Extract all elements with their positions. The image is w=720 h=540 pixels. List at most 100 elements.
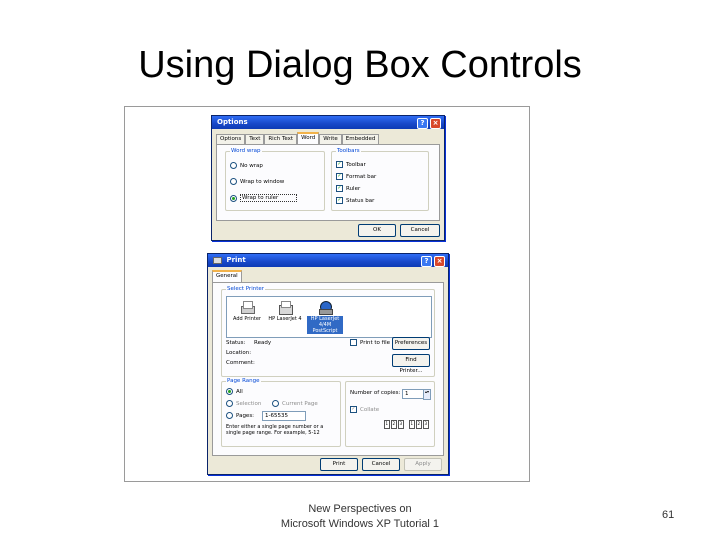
page-number: 61 bbox=[662, 509, 675, 521]
tab-options[interactable]: Options bbox=[216, 134, 246, 144]
page-range-help: Enter either a single page number or a s… bbox=[226, 424, 324, 436]
radio-current-page[interactable]: Current Page bbox=[272, 400, 318, 407]
footer-line-1: New Perspectives on bbox=[308, 503, 412, 515]
collate-checkbox[interactable]: ✓ Collate bbox=[350, 406, 379, 413]
radio-icon bbox=[230, 162, 237, 169]
options-tab-panel: Word wrap No wrap Wrap to window Wrap to… bbox=[216, 144, 440, 221]
radio-label: Pages: bbox=[236, 412, 255, 419]
radio-wrap-to-window[interactable]: Wrap to window bbox=[230, 178, 284, 185]
status-value: Ready bbox=[254, 340, 272, 346]
toolbars-group: Toolbars ✓ Toolbar ✓ Format bar ✓ Ruler … bbox=[331, 148, 429, 211]
radio-wrap-to-ruler[interactable]: Wrap to ruler bbox=[230, 194, 298, 202]
radio-label: All bbox=[236, 388, 243, 395]
radio-all[interactable]: All bbox=[226, 388, 243, 395]
print-button[interactable]: Print bbox=[320, 458, 358, 471]
radio-label: Wrap to window bbox=[240, 178, 285, 185]
radio-icon bbox=[272, 400, 279, 407]
printer-name: Add Printer bbox=[233, 316, 261, 322]
printer-add[interactable]: Add Printer bbox=[229, 300, 265, 322]
radio-label: Current Page bbox=[282, 400, 318, 407]
print-tabs: General bbox=[212, 270, 242, 282]
printer-name: HP LaserJet 4/4M PostScript bbox=[307, 316, 343, 334]
screenshot-frame: Options ? × Options Text Rich Text Word … bbox=[124, 106, 530, 482]
tab-general[interactable]: General bbox=[212, 270, 242, 282]
cancel-button[interactable]: Cancel bbox=[400, 224, 440, 237]
radio-label: No wrap bbox=[240, 162, 263, 169]
spinner-icon[interactable]: ▴▾ bbox=[423, 389, 431, 400]
close-button[interactable]: × bbox=[434, 256, 445, 267]
close-button[interactable]: × bbox=[430, 118, 441, 129]
printer-device-icon bbox=[277, 300, 293, 315]
copies-group: Number of copies: 1 ▴▾ ✓ Collate 123 123 bbox=[345, 381, 435, 447]
radio-label: Wrap to ruler bbox=[240, 194, 298, 202]
checkbox-checked-icon: ✓ bbox=[350, 406, 357, 413]
print-cancel-button[interactable]: Cancel bbox=[362, 458, 400, 471]
print-to-file-checkbox[interactable]: Print to file bbox=[350, 339, 390, 346]
network-printer-icon bbox=[317, 300, 333, 315]
radio-icon bbox=[230, 178, 237, 185]
ok-button[interactable]: OK bbox=[358, 224, 396, 237]
radio-no-wrap[interactable]: No wrap bbox=[230, 162, 263, 169]
collate-pages-icon: 123 123 bbox=[384, 420, 429, 429]
word-wrap-label: Word wrap bbox=[230, 148, 262, 155]
print-tab-panel: Select Printer Add Printer HP LaserJet 4… bbox=[212, 282, 444, 456]
radio-selection[interactable]: Selection bbox=[226, 400, 261, 407]
footer-line-2: Microsoft Windows XP Tutorial 1 bbox=[280, 518, 440, 530]
copies-label: Number of copies: bbox=[350, 390, 401, 396]
page-range-label: Page Range bbox=[226, 378, 261, 385]
slide-title: Using Dialog Box Controls bbox=[138, 44, 582, 86]
radio-label: Selection bbox=[236, 400, 262, 407]
help-button[interactable]: ? bbox=[421, 256, 432, 267]
printer-hp-laserjet-4[interactable]: HP LaserJet 4 bbox=[267, 300, 303, 322]
help-button[interactable]: ? bbox=[417, 118, 428, 129]
radio-selected-icon bbox=[226, 388, 233, 395]
select-printer-label: Select Printer bbox=[226, 286, 266, 293]
status-label: Status: bbox=[226, 340, 246, 346]
copies-input[interactable]: 1 bbox=[402, 389, 424, 399]
print-dialog: Print ? × General Select Printer Add Pri… bbox=[207, 253, 449, 475]
checkbox-icon bbox=[350, 339, 357, 346]
check-status-bar[interactable]: ✓ Status bar bbox=[336, 197, 374, 204]
checkbox-checked-icon: ✓ bbox=[336, 185, 343, 192]
options-dialog: Options ? × Options Text Rich Text Word … bbox=[211, 115, 445, 241]
comment-label: Comment: bbox=[226, 360, 255, 366]
select-printer-group: Select Printer Add Printer HP LaserJet 4… bbox=[221, 286, 435, 377]
check-toolbar[interactable]: ✓ Toolbar bbox=[336, 161, 366, 168]
pages-input[interactable]: 1-65535 bbox=[262, 411, 306, 421]
check-ruler[interactable]: ✓ Ruler bbox=[336, 185, 360, 192]
checkbox-label: Status bar bbox=[346, 197, 375, 204]
checkbox-checked-icon: ✓ bbox=[336, 173, 343, 180]
checkbox-checked-icon: ✓ bbox=[336, 197, 343, 204]
checkbox-checked-icon: ✓ bbox=[336, 161, 343, 168]
tab-write[interactable]: Write bbox=[319, 134, 342, 144]
checkbox-label: Print to file bbox=[360, 339, 391, 346]
find-printer-button[interactable]: Find Printer... bbox=[392, 354, 430, 374]
slide-footer: New Perspectives on Microsoft Windows XP… bbox=[250, 502, 470, 532]
printer-list: Add Printer HP LaserJet 4 HP LaserJet 4/… bbox=[226, 296, 432, 338]
tab-embedded[interactable]: Embedded bbox=[341, 134, 380, 144]
printer-icon bbox=[213, 256, 222, 264]
check-format-bar[interactable]: ✓ Format bar bbox=[336, 173, 376, 180]
add-printer-icon bbox=[239, 300, 255, 314]
checkbox-label: Format bar bbox=[346, 173, 377, 180]
print-titlebar[interactable]: Print ? × bbox=[208, 254, 448, 267]
preferences-button[interactable]: Preferences bbox=[392, 337, 430, 350]
options-titlebar[interactable]: Options ? × bbox=[212, 116, 444, 129]
tab-rich-text[interactable]: Rich Text bbox=[264, 134, 298, 144]
apply-button[interactable]: Apply bbox=[404, 458, 442, 471]
checkbox-label: Collate bbox=[360, 406, 380, 413]
print-title: Print bbox=[226, 256, 246, 264]
radio-icon bbox=[226, 400, 233, 407]
toolbars-label: Toolbars bbox=[336, 148, 361, 155]
checkbox-label: Ruler bbox=[346, 185, 361, 192]
checkbox-label: Toolbar bbox=[346, 161, 366, 168]
page-range-group: Page Range All Selection Current Page Pa… bbox=[221, 378, 341, 447]
printer-name: HP LaserJet 4 bbox=[268, 316, 302, 322]
radio-pages[interactable]: Pages: bbox=[226, 412, 254, 419]
radio-icon bbox=[226, 412, 233, 419]
word-wrap-group: Word wrap No wrap Wrap to window Wrap to… bbox=[225, 148, 325, 211]
location-label: Location: bbox=[226, 350, 252, 356]
printer-hp-laserjet-4m-postscript[interactable]: HP LaserJet 4/4M PostScript bbox=[307, 300, 343, 334]
tab-text[interactable]: Text bbox=[245, 134, 265, 144]
tab-word[interactable]: Word bbox=[297, 132, 320, 144]
